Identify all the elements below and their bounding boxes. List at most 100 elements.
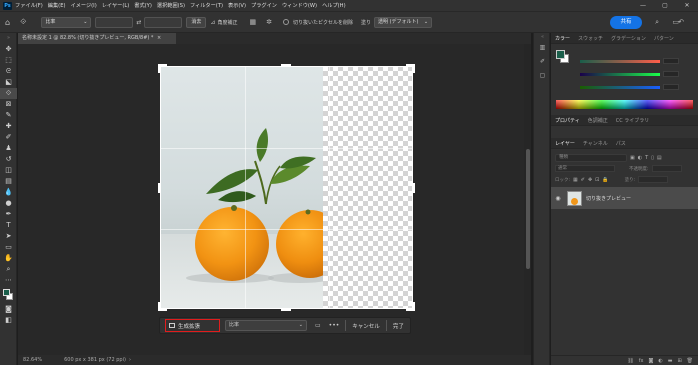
adjustment-layer-icon[interactable]: ◐ [658, 358, 662, 364]
menu-type[interactable]: 書式(Y) [134, 2, 152, 9]
chevron-right-icon[interactable]: › [129, 357, 131, 363]
color-spectrum[interactable] [556, 100, 693, 109]
zoom-level[interactable]: 82.64% [23, 357, 42, 363]
move-tool-icon[interactable]: ✥ [0, 44, 17, 55]
swap-icon[interactable]: ⇄ [136, 19, 141, 26]
layer-name[interactable]: 切り抜きプレビュー [586, 195, 631, 202]
crop-handle-top-right[interactable] [412, 64, 415, 73]
green-track[interactable] [580, 72, 660, 76]
close-tab-icon[interactable]: × [157, 35, 161, 41]
menu-window[interactable]: ウィンドウ(W) [282, 2, 317, 9]
menu-help[interactable]: ヘルプ(H) [322, 2, 346, 9]
brush-tool-icon[interactable]: ✐ [0, 132, 17, 143]
crop-handle-right[interactable] [412, 183, 415, 193]
menu-view[interactable]: 表示(V) [228, 2, 246, 9]
generative-expand-button[interactable]: 生成拡張 [165, 319, 220, 332]
menu-layer[interactable]: レイヤー(L) [102, 2, 130, 9]
done-button[interactable]: 完了 [393, 322, 404, 330]
gear-icon[interactable]: ✲ [266, 18, 272, 26]
blue-slider[interactable] [574, 84, 694, 90]
opacity-field[interactable] [651, 165, 682, 172]
close-button[interactable]: ✕ [676, 0, 698, 11]
layer-kind-search[interactable]: 種類 [555, 153, 627, 162]
foreground-color-swatch[interactable] [556, 50, 565, 59]
crop-handle-bottom[interactable] [281, 308, 291, 311]
fill-field[interactable] [638, 176, 669, 183]
new-group-icon[interactable]: ▬ [668, 358, 673, 364]
toolbar-grip[interactable]: » [0, 33, 17, 44]
link-layers-icon[interactable]: ⛓ [627, 358, 633, 364]
menu-image[interactable]: イメージ(I) [71, 2, 97, 9]
more-tools-icon[interactable]: ⋯ [0, 275, 17, 286]
green-value[interactable] [663, 71, 679, 77]
crop-handle-bottom-right[interactable] [412, 302, 415, 311]
crop-tool-icon[interactable]: ⟐ [20, 17, 26, 27]
red-slider[interactable] [574, 58, 694, 64]
object-select-tool-icon[interactable]: ⬕ [0, 77, 17, 88]
tab-color[interactable]: カラー [555, 35, 570, 42]
menu-edit[interactable]: 編集(E) [48, 2, 66, 9]
grid-overlay-icon[interactable]: ▦ [249, 18, 256, 26]
width-field[interactable] [95, 16, 134, 28]
stamp-tool-icon[interactable]: ♟ [0, 143, 17, 154]
tab-properties[interactable]: プロパティ [555, 117, 580, 124]
tab-paths[interactable]: パス [616, 140, 626, 147]
lasso-tool-icon[interactable]: ᘓ [0, 66, 17, 77]
menu-file[interactable]: ファイル(F) [15, 2, 43, 9]
more-options-icon[interactable]: ••• [329, 322, 340, 329]
quick-mask-icon[interactable]: ◙ [0, 304, 17, 315]
green-slider[interactable] [574, 71, 694, 77]
share-button[interactable]: 共有 [610, 16, 642, 29]
foreground-color-swatch[interactable] [3, 289, 10, 296]
vertical-scrollbar[interactable] [524, 44, 531, 355]
menu-select[interactable]: 選択範囲(S) [157, 2, 185, 9]
undo-icon[interactable]: ↶ [678, 18, 684, 26]
eraser-tool-icon[interactable]: ◫ [0, 165, 17, 176]
healing-brush-tool-icon[interactable]: ✚ [0, 121, 17, 132]
canvas-area[interactable] [18, 44, 531, 355]
tab-adjustments[interactable]: 色調補正 [588, 117, 608, 124]
home-icon[interactable]: ⌂ [5, 18, 10, 27]
eyedropper-tool-icon[interactable]: ✎ [0, 110, 17, 121]
layer-row[interactable]: ◉ 切り抜きプレビュー [551, 187, 698, 209]
tab-gradients[interactable]: グラデーション [611, 35, 646, 42]
brush-settings-icon[interactable]: ✐ [534, 55, 551, 69]
history-icon[interactable]: ▥ [534, 41, 551, 55]
delete-cropped-checkbox[interactable] [282, 19, 289, 25]
collapse-icon[interactable]: « [534, 33, 551, 41]
tab-patterns[interactable]: パターン [654, 35, 674, 42]
gradient-tool-icon[interactable]: ▤ [0, 176, 17, 187]
menu-plugins[interactable]: プラグイン [251, 2, 277, 9]
tab-layers[interactable]: レイヤー [555, 140, 575, 147]
height-field[interactable] [144, 16, 183, 28]
fx-icon[interactable]: fx [639, 358, 644, 364]
scrollbar-thumb[interactable] [526, 149, 530, 269]
blue-track[interactable] [580, 85, 660, 89]
cancel-button[interactable]: キャンセル [352, 322, 380, 330]
dodge-tool-icon[interactable]: ● [0, 198, 17, 209]
marquee-tool-icon[interactable]: ⬚ [0, 55, 17, 66]
minimize-button[interactable]: — [632, 0, 654, 11]
crop-handle-top-left[interactable] [158, 64, 161, 73]
shape-tool-icon[interactable]: ▭ [0, 242, 17, 253]
crop-tool-icon[interactable]: ⟐ [0, 88, 17, 99]
red-track[interactable] [580, 59, 660, 63]
search-icon[interactable]: ⌕ [655, 18, 659, 27]
fill-select[interactable]: 透明 (デフォルト) ⌄ [374, 16, 433, 28]
maximize-button[interactable]: ▢ [654, 0, 676, 11]
blur-tool-icon[interactable]: 💧 [0, 187, 17, 198]
ratio-dropdown[interactable]: 比率 ⌄ [225, 320, 307, 331]
trash-icon[interactable]: 🗑 [687, 358, 693, 364]
path-select-tool-icon[interactable]: ➤ [0, 231, 17, 242]
crop-box[interactable] [160, 66, 413, 309]
screen-mode-icon[interactable]: ◧ [0, 315, 17, 326]
hand-tool-icon[interactable]: ✋ [0, 253, 17, 264]
add-mask-icon[interactable]: ◙ [648, 358, 653, 364]
history-brush-tool-icon[interactable]: ↺ [0, 154, 17, 165]
red-value[interactable] [663, 58, 679, 64]
blue-value[interactable] [663, 84, 679, 90]
lock-icons[interactable]: ▦✐✥⊡🔒 [573, 177, 612, 183]
new-layer-icon[interactable]: ⊞ [677, 358, 681, 364]
eye-icon[interactable]: ◉ [551, 195, 565, 202]
aspect-ratio-icon[interactable]: ▭ [315, 322, 321, 329]
